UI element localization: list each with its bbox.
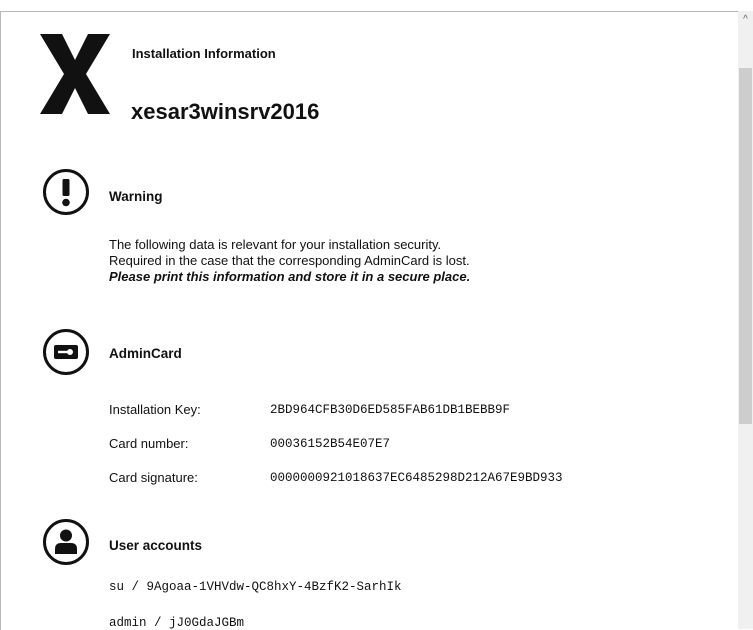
card-signature-label: Card signature: bbox=[109, 470, 198, 485]
installation-key-label: Installation Key: bbox=[109, 402, 201, 417]
vertical-scrollbar[interactable]: ^ bbox=[738, 11, 753, 629]
warning-message: The following data is relevant for your … bbox=[109, 237, 470, 285]
installation-info-label: Installation Information bbox=[132, 46, 276, 61]
installation-key-value: 2BD964CFB30D6ED585FAB61DB1BEBB9F bbox=[270, 403, 511, 417]
card-number-label: Card number: bbox=[109, 436, 189, 451]
key-card-icon bbox=[43, 329, 89, 375]
exclamation-icon bbox=[43, 169, 89, 215]
account-su: su / 9Agoaa-1VHVdw-QC8hxY-4BzfK2-SarhIk bbox=[109, 580, 402, 594]
warning-line-1: The following data is relevant for your … bbox=[109, 237, 442, 252]
server-name-title: xesar3winsrv2016 bbox=[131, 99, 320, 124]
admincard-title: AdminCard bbox=[109, 346, 182, 361]
document-page: Installation Information xesar3winsrv201… bbox=[0, 11, 739, 630]
card-signature-value: 0000000921018637EC6485298D212A67E9BD933 bbox=[270, 471, 563, 485]
scroll-up-arrow-icon[interactable]: ^ bbox=[738, 11, 753, 28]
warning-title: Warning bbox=[109, 189, 163, 204]
user-icon bbox=[43, 519, 89, 565]
account-admin: admin / jJ0GdaJGBm bbox=[109, 616, 245, 630]
x-logo bbox=[40, 34, 110, 114]
card-number-value: 00036152B54E07E7 bbox=[270, 437, 391, 451]
warning-line-2: Required in the case that the correspond… bbox=[109, 253, 470, 268]
user-accounts-title: User accounts bbox=[109, 538, 203, 553]
warning-line-3: Please print this information and store … bbox=[109, 269, 471, 284]
scroll-thumb[interactable] bbox=[739, 68, 752, 424]
